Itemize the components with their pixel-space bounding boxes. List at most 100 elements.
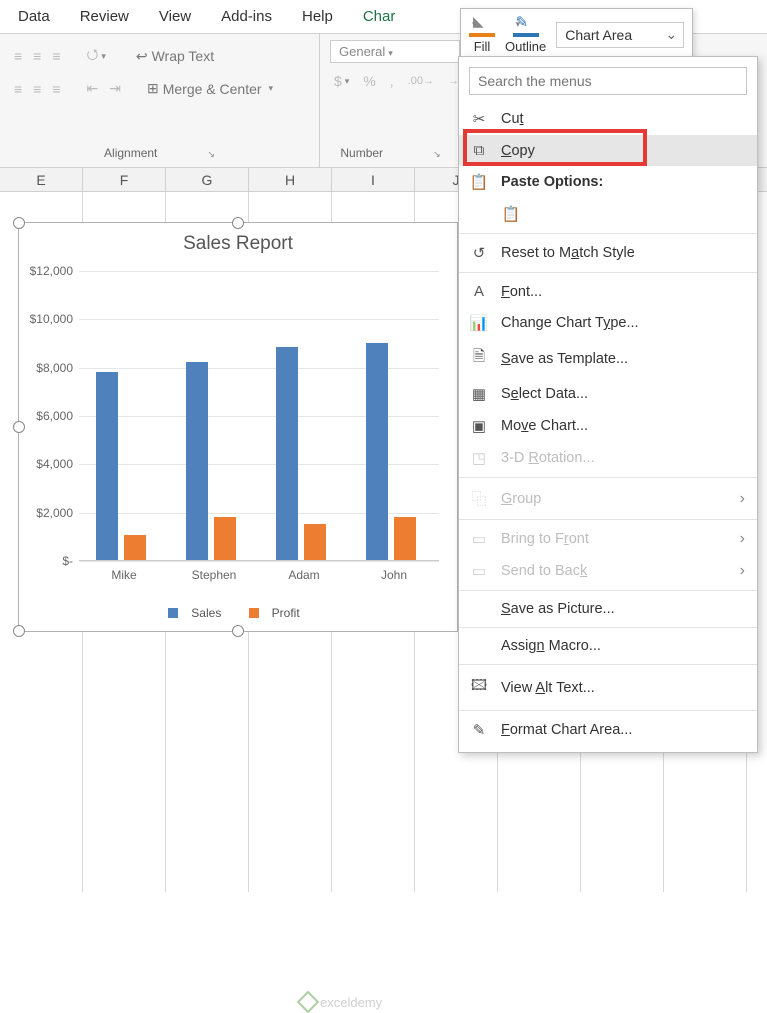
y-axis-tick: $6,000 — [23, 409, 73, 423]
send-back-icon: ▭ — [469, 562, 489, 580]
menu-send-back: ▭Send to Back — [459, 555, 757, 587]
watermark: exceldemy — [300, 994, 382, 1010]
alt-text-icon: 🖾 — [469, 675, 489, 700]
bar-profit[interactable] — [394, 517, 416, 561]
rotation-icon: ◳ — [469, 449, 489, 467]
orientation-icon[interactable]: ⭯ — [83, 40, 110, 72]
ribbon-group-number: General $ % , .00→ →.0 Number — [320, 34, 462, 167]
tab-data[interactable]: Data — [18, 8, 50, 25]
format-mini-toolbar: Fill Outline Chart Area — [460, 8, 693, 61]
menu-move-chart[interactable]: ▣Move Chart... — [459, 410, 757, 442]
menu-font[interactable]: AFont... — [459, 276, 757, 307]
paste-options-label: Paste Options: — [501, 174, 603, 190]
number-format-select[interactable]: General — [330, 40, 460, 63]
menu-change-chart-type[interactable]: 📊Change Chart Type... — [459, 307, 757, 339]
menu-save-template[interactable]: 🗎Save as Template... — [459, 339, 757, 378]
bar-profit[interactable] — [304, 524, 326, 560]
font-icon: A — [469, 283, 489, 300]
menu-save-as-picture[interactable]: Save as Picture... — [459, 594, 757, 624]
chart-legend[interactable]: Sales Profit — [19, 606, 457, 621]
bring-front-icon: ▭ — [469, 530, 489, 548]
wrap-text-icon: ↩ — [136, 48, 148, 65]
menu-bring-front: ▭Bring to Front — [459, 523, 757, 555]
template-icon: 🗎 — [469, 346, 489, 371]
menu-search-input[interactable] — [469, 67, 747, 95]
tab-help[interactable]: Help — [302, 8, 333, 25]
col-h[interactable]: H — [249, 168, 332, 191]
wrap-text-label: Wrap Text — [152, 48, 215, 64]
menu-reset-style[interactable]: ↺Reset to Match Style — [459, 237, 757, 269]
menu-select-data[interactable]: ▦Select Data... — [459, 378, 757, 410]
merge-center-button[interactable]: ⊞ Merge & Center — [141, 76, 279, 101]
col-e[interactable]: E — [0, 168, 83, 191]
chart-element-selector[interactable]: Chart Area — [556, 22, 684, 48]
bar-group[interactable]: Mike — [96, 372, 152, 561]
paste-icon: 📋 — [469, 173, 489, 191]
align-top-icon[interactable]: ≡ — [10, 44, 26, 68]
bar-group[interactable]: Adam — [276, 347, 332, 560]
menu-format-chart-area[interactable]: ✎Format Chart Area... — [459, 714, 757, 746]
tab-review[interactable]: Review — [80, 8, 129, 25]
x-axis-label: Adam — [264, 568, 344, 582]
menu-group: ⿻Group — [459, 481, 757, 516]
fill-dropdown[interactable]: Fill — [469, 15, 495, 54]
bar-sales[interactable] — [186, 362, 208, 560]
align-middle-icon[interactable]: ≡ — [29, 44, 45, 68]
tab-addins[interactable]: Add-ins — [221, 8, 272, 25]
chart-type-icon: 📊 — [469, 314, 489, 332]
fill-label: Fill — [474, 39, 491, 54]
bar-profit[interactable] — [214, 517, 236, 561]
col-f[interactable]: F — [83, 168, 166, 191]
x-axis-label: John — [354, 568, 434, 582]
percent-icon[interactable]: % — [359, 69, 379, 93]
clipboard-icon: 📋 — [501, 205, 521, 223]
menu-3d-rotation: ◳3-D Rotation... — [459, 442, 757, 474]
alignment-group-label: Alignment — [10, 143, 309, 163]
align-center-icon[interactable]: ≡ — [29, 77, 45, 101]
bar-sales[interactable] — [366, 343, 388, 561]
format-icon: ✎ — [469, 721, 489, 739]
align-left-icon[interactable]: ≡ — [10, 77, 26, 101]
col-i[interactable]: I — [332, 168, 415, 191]
align-right-icon[interactable]: ≡ — [48, 77, 64, 101]
menu-cut[interactable]: ✂Cut — [459, 103, 757, 135]
menu-assign-macro[interactable]: Assign Macro... — [459, 631, 757, 661]
increase-indent-icon[interactable]: ⇥ — [105, 76, 125, 101]
y-axis-tick: $2,000 — [23, 506, 73, 520]
bar-group[interactable]: Stephen — [186, 362, 242, 560]
outline-dropdown[interactable]: Outline — [505, 15, 546, 54]
group-icon: ⿻ — [469, 488, 489, 509]
decrease-indent-icon[interactable]: ⇤ — [83, 76, 103, 101]
outline-icon — [513, 15, 539, 37]
bar-sales[interactable] — [96, 372, 118, 561]
select-data-icon: ▦ — [469, 385, 489, 403]
chart-plot-area[interactable]: $-$2,000$4,000$6,000$8,000$10,000$12,000… — [79, 271, 439, 561]
bar-group[interactable]: John — [366, 343, 422, 561]
fill-icon — [469, 15, 495, 37]
tab-chart[interactable]: Char — [363, 8, 396, 25]
watermark-text: exceldemy — [320, 995, 382, 1010]
comma-icon[interactable]: , — [386, 69, 398, 93]
copy-icon: ⧉ — [469, 142, 489, 159]
col-g[interactable]: G — [166, 168, 249, 191]
chart-context-menu: ✂Cut ⧉Copy 📋 Paste Options: 📋 ↺Reset to M… — [458, 56, 758, 753]
y-axis-tick: $8,000 — [23, 361, 73, 375]
wrap-text-button[interactable]: ↩ Wrap Text — [130, 44, 220, 69]
bar-sales[interactable] — [276, 347, 298, 560]
currency-icon[interactable]: $ — [330, 69, 353, 93]
align-bottom-icon[interactable]: ≡ — [48, 44, 64, 68]
chart-object[interactable]: Sales Report $-$2,000$4,000$6,000$8,000$… — [18, 222, 458, 632]
legend-sales: Sales — [191, 606, 221, 620]
x-axis-label: Mike — [84, 568, 164, 582]
menu-alt-text[interactable]: 🖾View Alt Text... — [459, 668, 757, 707]
merge-center-label: Merge & Center — [163, 81, 262, 97]
increase-decimal-icon[interactable]: .00→ — [404, 69, 438, 93]
bar-profit[interactable] — [124, 535, 146, 560]
reset-icon: ↺ — [469, 244, 489, 262]
tab-view[interactable]: View — [159, 8, 191, 25]
menu-copy[interactable]: ⧉Copy — [459, 135, 757, 166]
y-axis-tick: $- — [23, 554, 73, 568]
cut-icon: ✂ — [469, 110, 489, 128]
legend-profit: Profit — [272, 606, 300, 620]
menu-paste-button[interactable]: 📋 — [459, 198, 757, 230]
